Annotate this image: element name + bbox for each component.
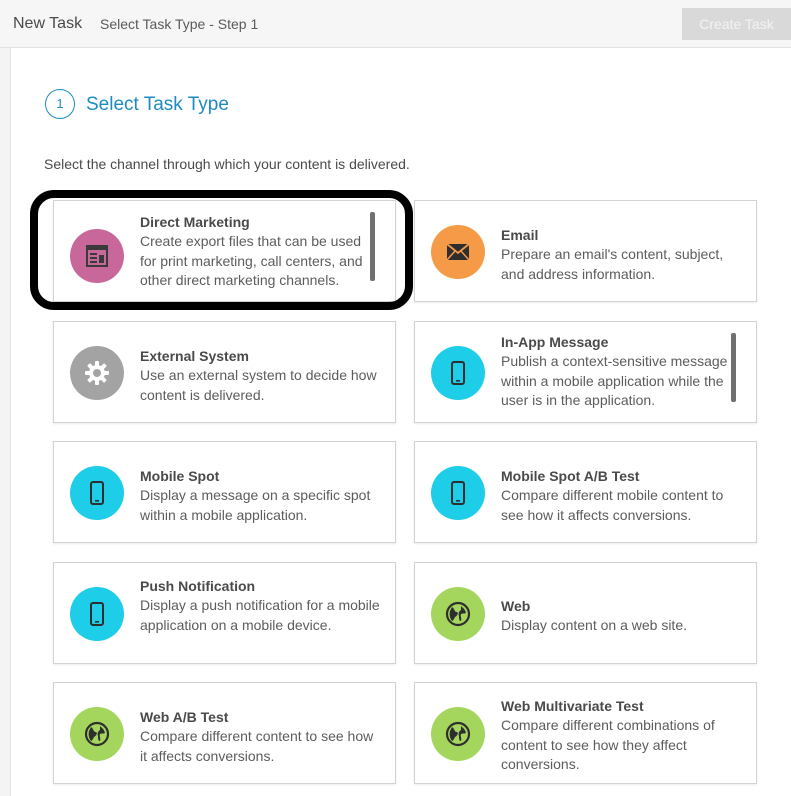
card-description: Publish a context-sensitive message with…	[501, 353, 728, 408]
card-title: Web Multivariate Test	[501, 698, 644, 714]
task-type-card-external-system[interactable]: External System Use an external system t…	[53, 321, 396, 423]
card-title: Web	[501, 598, 531, 614]
header-bar: New Task Select Task Type - Step 1 Creat…	[0, 0, 791, 48]
card-text: Mobile Spot Display a message on a speci…	[140, 466, 380, 525]
card-description: Compare different combinations of conten…	[501, 717, 715, 772]
envelope-icon	[431, 225, 485, 279]
instruction-text: Select the channel through which your co…	[44, 156, 410, 172]
card-title: Mobile Spot	[140, 468, 220, 484]
step-title: Select Task Type	[86, 94, 229, 115]
card-text: Email Prepare an email's content, subjec…	[501, 225, 741, 284]
card-title: Mobile Spot A/B Test	[501, 468, 640, 484]
mobile-phone-icon	[431, 346, 485, 400]
task-type-card-web-ab-test[interactable]: Web A/B Test Compare different content t…	[53, 682, 396, 784]
mobile-phone-icon	[70, 587, 124, 641]
task-type-card-push-notification[interactable]: Push Notification Display a push notific…	[53, 562, 396, 664]
task-type-card-mobile-spot-ab-test[interactable]: Mobile Spot A/B Test Compare different m…	[414, 441, 757, 543]
card-text: Push Notification Display a push notific…	[140, 576, 380, 635]
step-subtitle: Select Task Type - Step 1	[100, 16, 259, 32]
mobile-phone-icon	[70, 466, 124, 520]
gear-icon	[70, 346, 124, 400]
card-text: Web Multivariate Test Compare different …	[501, 696, 741, 775]
card-text: Mobile Spot A/B Test Compare different m…	[501, 466, 741, 525]
card-description: Display a push notification for a mobile…	[140, 597, 380, 633]
card-scrollbar[interactable]	[731, 333, 736, 402]
card-title: Push Notification	[140, 578, 256, 594]
task-type-card-mobile-spot[interactable]: Mobile Spot Display a message on a speci…	[53, 441, 396, 543]
mobile-phone-icon	[431, 466, 485, 520]
globe-icon	[431, 707, 485, 761]
create-task-button[interactable]: Create Task	[682, 8, 791, 40]
card-description: Display content on a web site.	[501, 617, 687, 633]
card-text: In-App Message Publish a context-sensiti…	[501, 332, 741, 411]
card-text: Web Display content on a web site.	[501, 596, 741, 636]
card-description: Compare different content to see how it …	[140, 728, 374, 764]
card-title: Web A/B Test	[140, 709, 229, 725]
task-type-card-in-app-message[interactable]: In-App Message Publish a context-sensiti…	[414, 321, 757, 423]
globe-icon	[70, 707, 124, 761]
globe-icon	[431, 587, 485, 641]
card-text: External System Use an external system t…	[140, 346, 380, 405]
card-text: Web A/B Test Compare different content t…	[140, 707, 380, 766]
page-title: New Task	[13, 15, 83, 32]
card-description: Display a message on a specific spot wit…	[140, 487, 371, 523]
card-title: Email	[501, 227, 539, 243]
task-type-card-email[interactable]: Email Prepare an email's content, subjec…	[414, 200, 757, 302]
card-description: Compare different mobile content to see …	[501, 487, 724, 523]
card-description: Prepare an email's content, subject, and…	[501, 246, 724, 282]
selection-highlight	[30, 190, 413, 310]
card-title: External System	[140, 348, 249, 364]
card-description: Use an external system to decide how con…	[140, 367, 377, 403]
task-type-card-web[interactable]: Web Display content on a web site.	[414, 562, 757, 664]
task-type-card-web-multivariate-test[interactable]: Web Multivariate Test Compare different …	[414, 682, 757, 784]
card-title: In-App Message	[501, 334, 609, 350]
step-number-badge: 1	[45, 89, 75, 119]
